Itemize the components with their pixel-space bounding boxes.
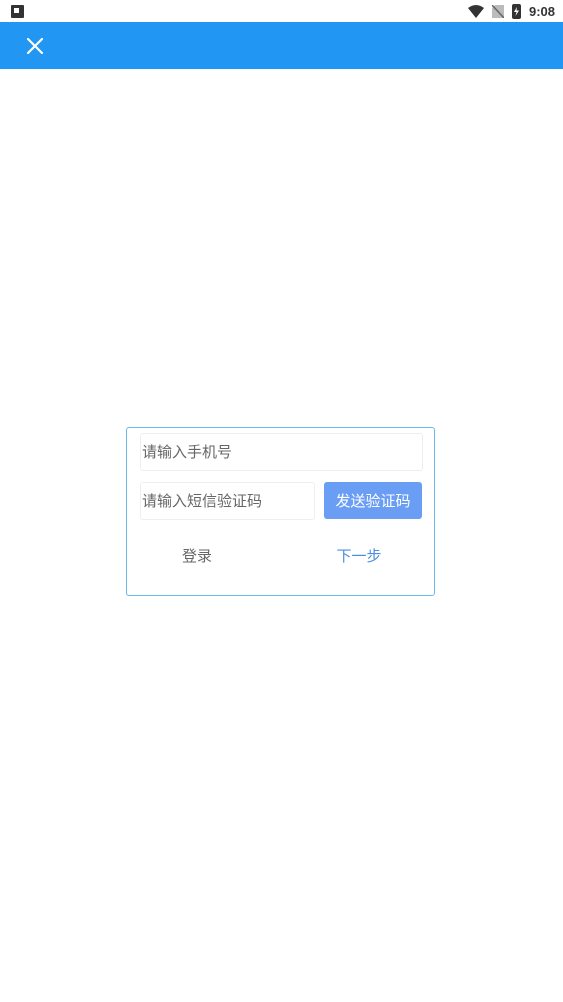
battery-charging-icon (511, 3, 521, 19)
notification-a-icon (11, 5, 24, 18)
status-icons: 9:08 (467, 3, 555, 19)
login-card: 发送验证码 登录 下一步 (126, 427, 435, 596)
sms-code-input[interactable] (140, 482, 315, 520)
status-bar: 9:08 (0, 0, 563, 22)
login-button[interactable]: 登录 (157, 542, 237, 568)
app-bar (0, 22, 563, 69)
status-time: 9:08 (528, 3, 555, 19)
send-code-button[interactable]: 发送验证码 (324, 482, 422, 519)
wifi-icon (467, 4, 484, 18)
next-step-button[interactable]: 下一步 (319, 542, 399, 568)
close-icon (26, 37, 44, 55)
close-button[interactable] (20, 31, 50, 61)
phone-input[interactable] (140, 433, 423, 471)
no-sim-icon (491, 4, 504, 18)
